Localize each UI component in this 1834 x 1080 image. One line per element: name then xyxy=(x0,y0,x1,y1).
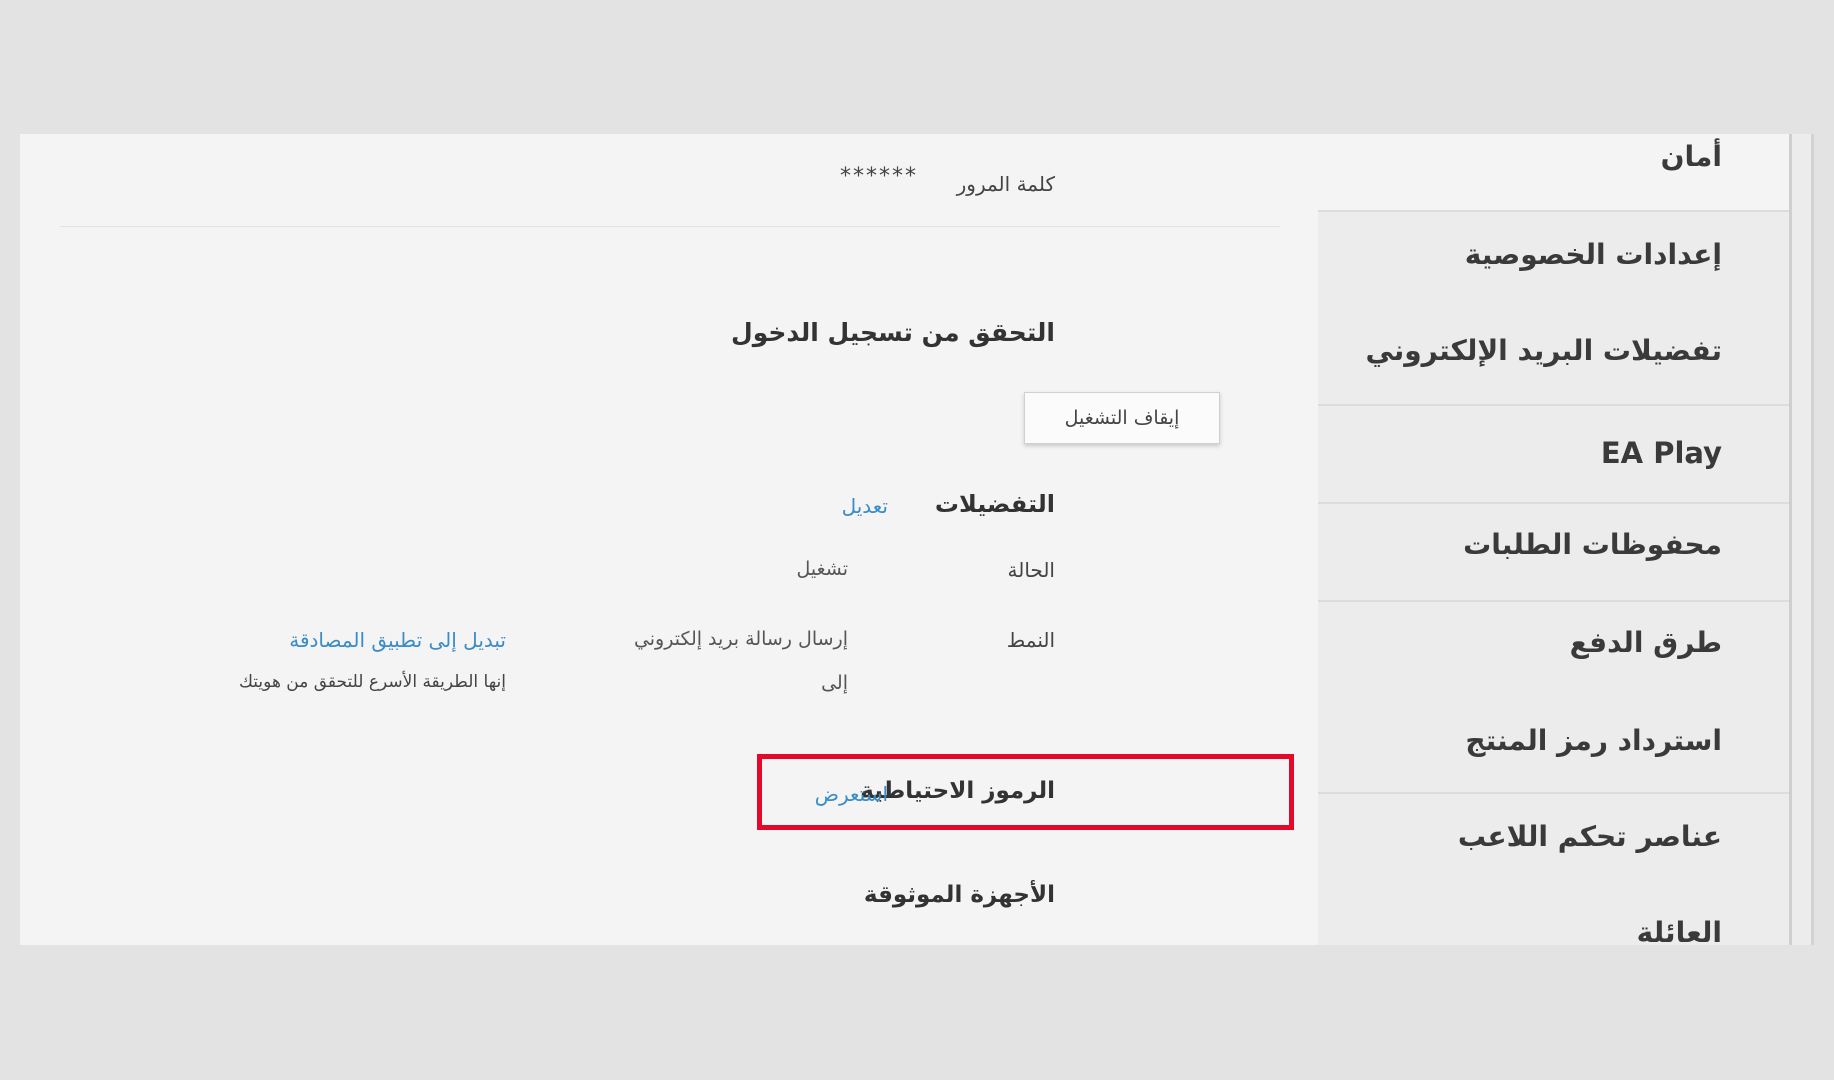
view-backup-codes-link[interactable]: استعرض xyxy=(815,782,888,806)
password-value: ****** xyxy=(840,164,918,189)
switch-hint: إنها الطريقة الأسرع للتحقق من هويتك xyxy=(238,672,506,692)
sidebar-item-ea-play[interactable]: EA Play xyxy=(1342,436,1722,470)
mode-value-recipient: إلى xyxy=(821,672,848,694)
sidebar-item-redeem-code[interactable]: استرداد رمز المنتج xyxy=(1342,724,1722,757)
turn-off-button[interactable]: إيقاف التشغيل xyxy=(1024,392,1220,444)
backup-codes-label: الرموز الاحتياطية xyxy=(860,778,1055,804)
divider xyxy=(1318,404,1790,406)
trusted-devices-label: الأجهزة الموثوقة xyxy=(863,882,1055,908)
password-label: كلمة المرور xyxy=(956,172,1055,196)
status-value: تشغيل xyxy=(796,558,848,580)
sidebar-item-privacy[interactable]: إعدادات الخصوصية xyxy=(1342,238,1722,271)
security-panel: كلمة المرور ****** التحقق من تسجيل الدخو… xyxy=(20,134,1318,945)
mode-label: النمط xyxy=(1006,628,1055,652)
switch-to-authenticator-link[interactable]: تبديل إلى تطبيق المصادقة xyxy=(289,628,506,652)
active-nav-pointer xyxy=(1296,134,1320,194)
sidebar-item-player-controls[interactable]: عناصر تحكم اللاعب xyxy=(1342,820,1722,853)
divider xyxy=(60,226,1280,227)
divider xyxy=(1318,502,1790,504)
settings-screen: كلمة المرور ****** التحقق من تسجيل الدخو… xyxy=(20,134,1814,949)
divider xyxy=(1318,792,1790,794)
divider xyxy=(1318,210,1790,212)
sidebar-item-family[interactable]: العائلة xyxy=(1342,916,1722,949)
login-verification-title: التحقق من تسجيل الدخول xyxy=(731,318,1055,347)
page-scrollbar[interactable] xyxy=(1811,134,1814,945)
sidebar-item-order-history[interactable]: محفوظات الطلبات xyxy=(1342,528,1722,561)
sidebar-item-payment-methods[interactable]: طرق الدفع xyxy=(1342,626,1722,659)
settings-sidebar: أمان إعدادات الخصوصية تفضيلات البريد الإ… xyxy=(1296,134,1814,949)
sidebar-item-security[interactable]: أمان xyxy=(1342,140,1722,173)
sidebar-scrollbar[interactable] xyxy=(1789,134,1792,945)
edit-preferences-link[interactable]: تعديل xyxy=(842,494,888,518)
status-label: الحالة xyxy=(1007,558,1055,582)
divider xyxy=(1318,600,1790,602)
mode-value: إرسال رسالة بريد إلكتروني xyxy=(633,628,848,650)
preferences-label: التفضيلات xyxy=(934,490,1055,518)
sidebar-item-email-preferences[interactable]: تفضيلات البريد الإلكتروني xyxy=(1342,334,1722,367)
